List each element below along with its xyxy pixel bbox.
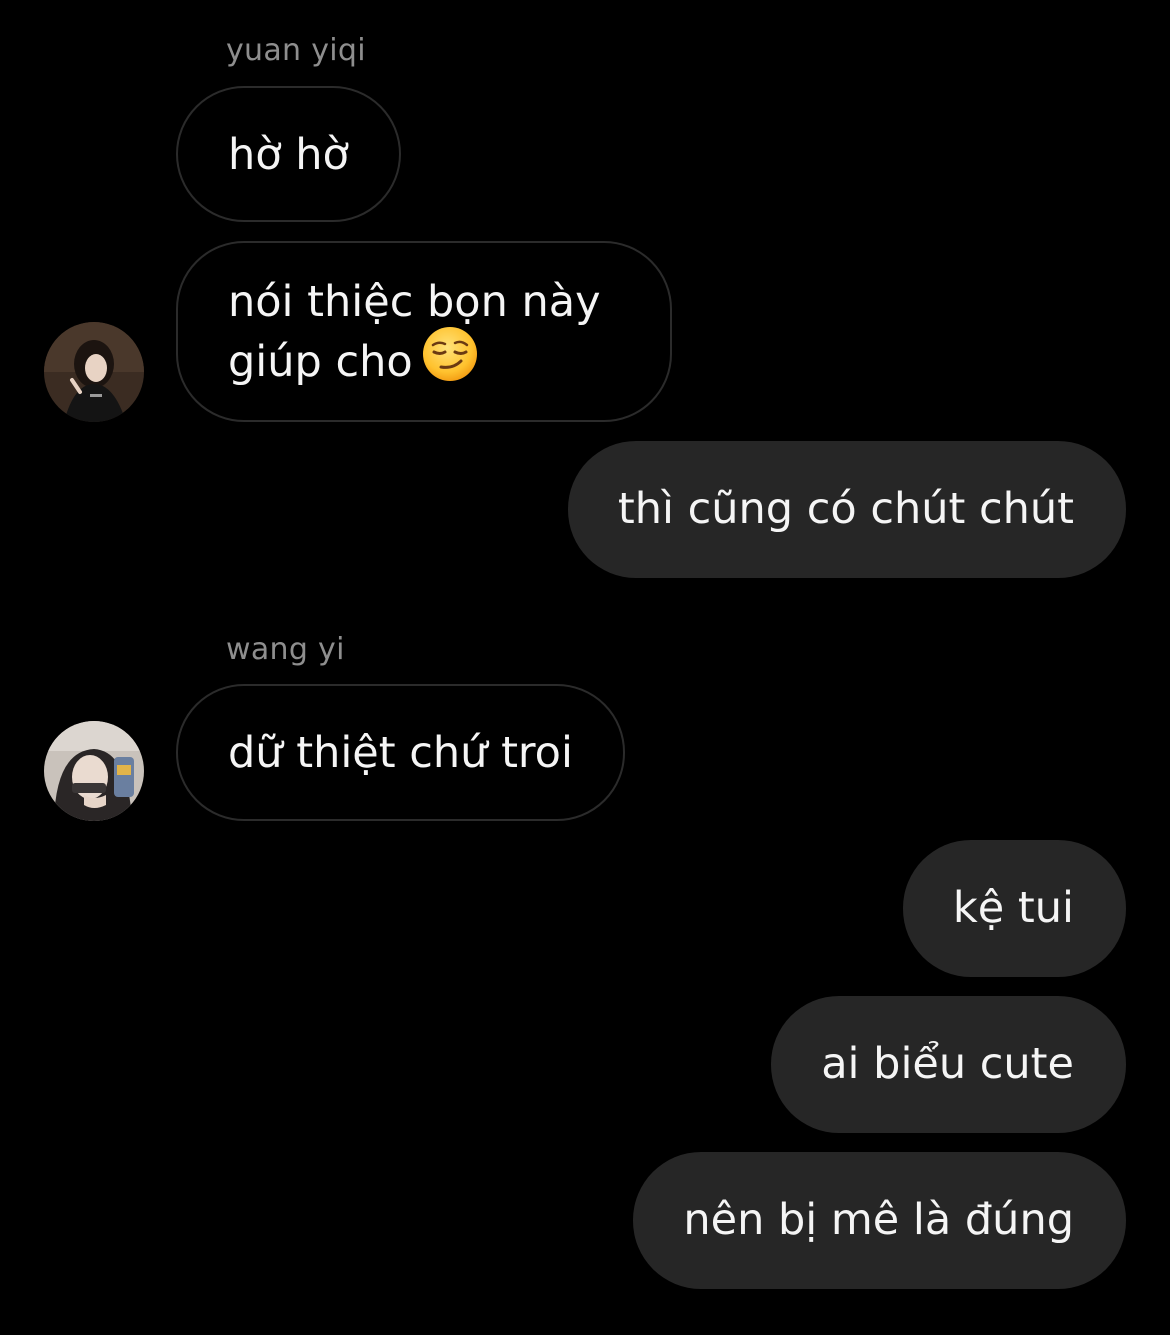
message-text-line-2: giúp cho	[228, 327, 620, 398]
message-text: nói thiệc bọn này	[228, 277, 601, 327]
avatar[interactable]	[44, 322, 144, 422]
message-text: hờ hờ	[228, 130, 349, 180]
avatar-yuan-yiqi-icon	[44, 322, 144, 422]
message-text: ai biểu cute	[821, 1039, 1074, 1089]
message-bubble-sent[interactable]: kệ tui	[902, 840, 1126, 977]
smirk-emoji-icon	[421, 325, 479, 398]
message-text: kệ tui	[952, 883, 1074, 933]
message-bubble-received[interactable]: nói thiệc bọn này giúp cho	[176, 241, 672, 422]
avatar[interactable]	[44, 721, 144, 821]
message-bubble-sent[interactable]: thì cũng có chút chút	[567, 441, 1126, 578]
message-text: thì cũng có chút chút	[617, 484, 1074, 534]
avatar-wang-yi-icon	[44, 721, 144, 821]
sender-name-yuan-yiqi: yuan yiqi	[226, 33, 366, 68]
message-bubble-received[interactable]: dữ thiệt chứ troi	[176, 684, 625, 821]
message-bubble-received[interactable]: hờ hờ	[176, 86, 401, 222]
message-text: nên bị mê là đúng	[683, 1195, 1074, 1245]
message-text: dữ thiệt chứ troi	[228, 728, 573, 778]
message-bubble-sent[interactable]: nên bị mê là đúng	[633, 1152, 1126, 1289]
message-bubble-sent[interactable]: ai biểu cute	[771, 996, 1126, 1133]
sender-name-wang-yi: wang yi	[226, 632, 345, 667]
